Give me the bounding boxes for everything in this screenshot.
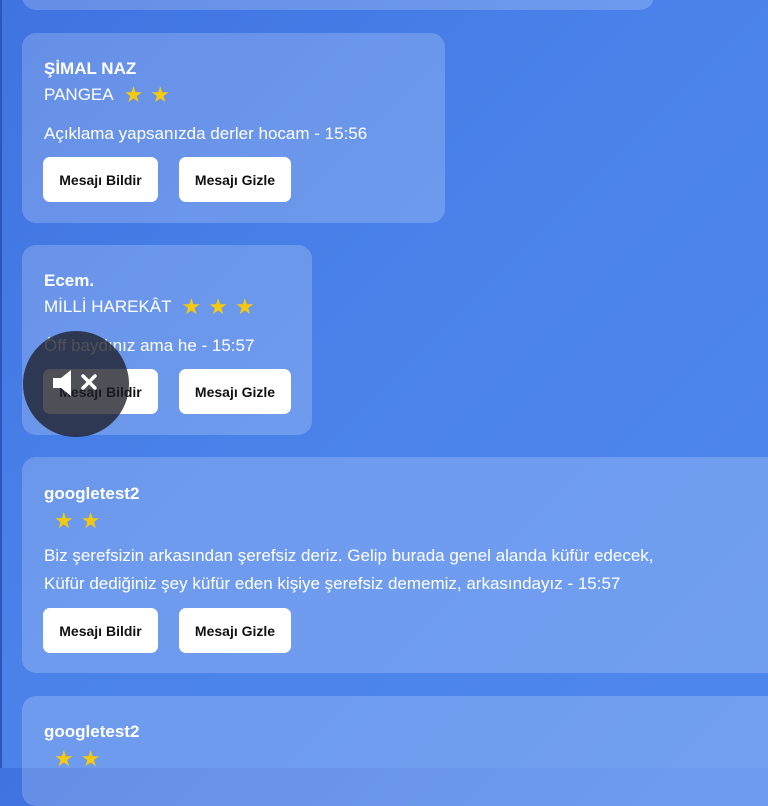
group-name: MİLLİ HAREKÂT	[44, 297, 172, 316]
report-message-button[interactable]: Mesajı Bildir	[43, 157, 158, 202]
report-message-button[interactable]: Mesajı Bildir	[43, 608, 158, 653]
group-line: PANGEA ★ ★	[44, 84, 177, 106]
group-name: PANGEA	[44, 85, 114, 104]
hide-message-button[interactable]: Mesajı Gizle	[179, 608, 291, 653]
star-icon: ★	[208, 294, 229, 319]
star-icon: ★	[54, 746, 74, 771]
message-text-line: Küfür dediğiniz şey küfür eden kişiye şe…	[44, 574, 621, 593]
username: ŞİMAL NAZ	[44, 59, 137, 78]
message-text: Açıklama yapsanızda derler hocam - 15:56	[44, 124, 368, 143]
star-icon: ★	[54, 508, 74, 533]
group-line: MİLLİ HAREKÂT ★ ★ ★	[44, 296, 262, 318]
star-icon: ★	[80, 508, 101, 533]
star-icon: ★	[235, 294, 255, 319]
star-icon: ★	[181, 294, 202, 319]
message-card: googletest2 ★ ★	[22, 696, 768, 806]
username: Ecem.	[44, 271, 95, 290]
star-icon: ★	[80, 746, 101, 771]
hide-message-button[interactable]: Mesajı Gizle	[179, 369, 291, 414]
username: googletest2	[44, 484, 140, 503]
muted-speaker-icon	[53, 370, 97, 396]
star-icon: ★	[123, 82, 144, 107]
mute-toggle-button[interactable]	[23, 331, 129, 437]
message-card: ŞİMAL NAZ PANGEA ★ ★ Açıklama yapsanızda…	[22, 33, 445, 223]
stars-line: ★ ★	[54, 510, 107, 532]
message-card: googletest2 ★ ★ Biz şerefsizin arkasında…	[22, 457, 768, 673]
stars-line: ★ ★	[54, 748, 107, 770]
left-edge	[0, 0, 2, 768]
message-card-previous	[22, 0, 654, 10]
star-icon: ★	[150, 82, 171, 107]
username: googletest2	[44, 722, 140, 741]
hide-message-button[interactable]: Mesajı Gizle	[179, 157, 291, 202]
message-text-line: Biz şerefsizin arkasından şerefsiz deriz…	[44, 546, 654, 565]
